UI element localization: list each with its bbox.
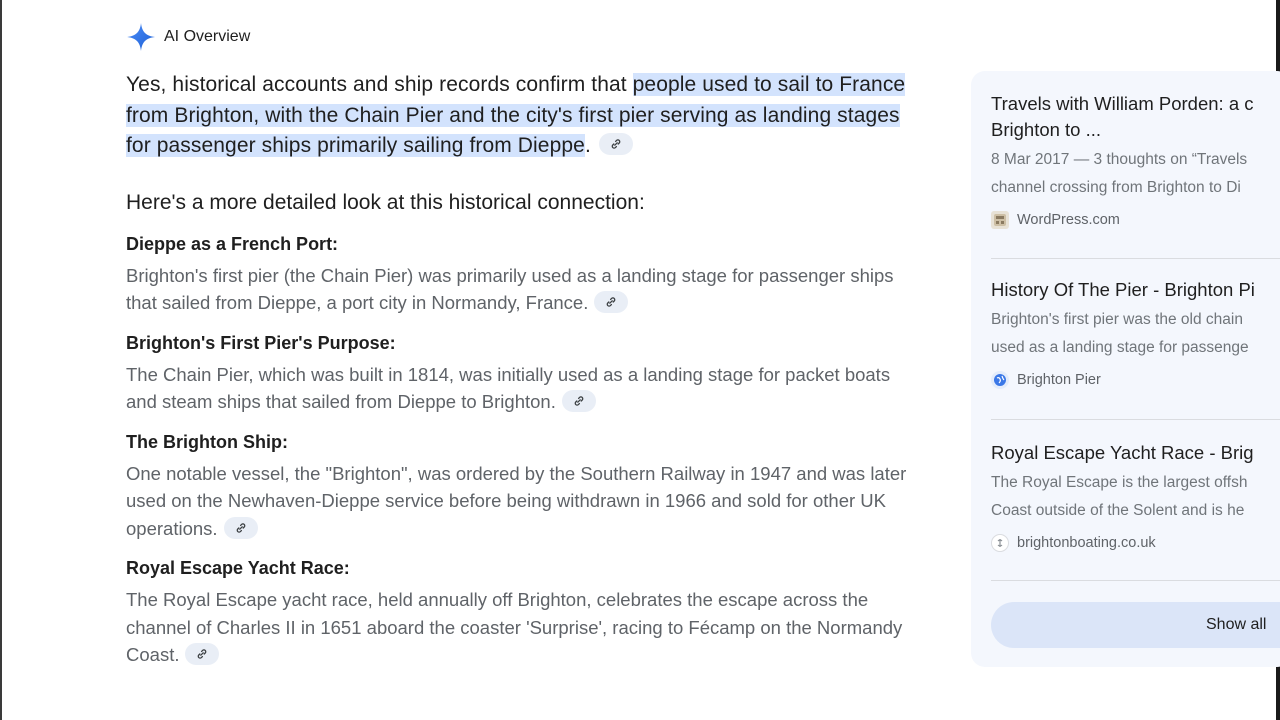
link-icon xyxy=(574,396,584,406)
section-brighton-ship: The Brighton Ship: One notable vessel, t… xyxy=(126,430,926,543)
lead-end: . xyxy=(584,134,591,157)
source-site[interactable]: brightonboating.co.uk xyxy=(991,534,1280,552)
citation-link-button[interactable] xyxy=(223,516,258,539)
source-snippet: 8 Mar 2017 — 3 thoughts on “Travels xyxy=(991,151,1248,168)
source-card[interactable]: Travels with William Porden: a c Brighto… xyxy=(991,91,1280,229)
globe-favicon-icon xyxy=(991,371,1009,389)
section-body: The Royal Escape yacht race, held annual… xyxy=(126,586,926,669)
section-first-pier: Brighton's First Pier's Purpose: The Cha… xyxy=(126,331,926,416)
source-snippet: The Royal Escape is the largest offsh xyxy=(991,474,1248,491)
section-heading: Royal Escape Yacht Race: xyxy=(126,558,350,578)
source-divider xyxy=(991,419,1280,420)
ai-overview-title: AI Overview xyxy=(164,28,251,45)
section-body: One notable vessel, the "Brighton", was … xyxy=(126,460,926,543)
source-title-cont[interactable]: Brighton to ... xyxy=(991,117,1280,143)
source-divider xyxy=(991,258,1280,259)
ai-overview-screen: AI Overview Yes, historical accounts and… xyxy=(0,0,1280,720)
section-body-text: The Royal Escape yacht race, held annual… xyxy=(126,589,903,665)
source-title[interactable]: History Of The Pier - Brighton Pi xyxy=(991,277,1280,303)
source-snippet-cont: channel crossing from Brighton to Di xyxy=(991,178,1241,196)
sparkle-icon xyxy=(126,22,156,52)
source-site[interactable]: Brighton Pier xyxy=(991,371,1280,389)
source-snippet-cont: Coast outside of the Solent and is he xyxy=(991,501,1245,519)
section-dieppe: Dieppe as a French Port: Brighton's firs… xyxy=(126,232,926,317)
link-icon xyxy=(236,522,245,533)
sources-panel: Travels with William Porden: a c Brighto… xyxy=(971,71,1280,667)
section-body: The Chain Pier, which was built in 1814,… xyxy=(126,361,926,416)
source-snippet: Brighton's first pier was the old chain xyxy=(991,311,1243,328)
citation-link-button[interactable] xyxy=(598,133,633,156)
left-edge xyxy=(0,0,2,720)
section-yacht-race: Royal Escape Yacht Race: The Royal Escap… xyxy=(126,556,926,669)
citation-link-button[interactable] xyxy=(561,390,596,413)
section-heading: The Brighton Ship: xyxy=(126,431,288,452)
source-divider xyxy=(991,580,1280,581)
lead-paragraph: Yes, historical accounts and ship record… xyxy=(126,70,926,162)
section-heading: Brighton's First Pier's Purpose: xyxy=(126,332,396,353)
source-site-name: Brighton Pier xyxy=(1017,372,1101,388)
source-card[interactable]: Royal Escape Yacht Race - Brig The Royal… xyxy=(991,440,1280,552)
section-heading: Dieppe as a French Port: xyxy=(126,233,339,254)
answer-body: Yes, historical accounts and ship record… xyxy=(126,70,926,669)
section-body-text: Brighton's first pier (the Chain Pier) w… xyxy=(126,264,894,314)
section-body: Brighton's first pier (the Chain Pier) w… xyxy=(126,262,926,317)
source-title[interactable]: Royal Escape Yacht Race - Brig xyxy=(991,440,1280,466)
source-card[interactable]: History Of The Pier - Brighton Pi Bright… xyxy=(991,277,1280,389)
lead-plain: Yes, historical accounts and ship record… xyxy=(126,73,633,96)
source-site[interactable]: WordPress.com xyxy=(991,211,1280,229)
ai-overview-header: AI Overview xyxy=(126,22,250,52)
show-all-button[interactable]: Show all xyxy=(991,602,1280,648)
brightonboating-favicon-icon xyxy=(991,534,1009,552)
section-body-text: The Chain Pier, which was built in 1814,… xyxy=(126,363,891,413)
source-site-name: brightonboating.co.uk xyxy=(1017,535,1156,551)
source-title[interactable]: Travels with William Porden: a c xyxy=(991,91,1280,117)
link-icon xyxy=(611,139,621,150)
wordpress-favicon-icon xyxy=(991,211,1009,229)
citation-link-button[interactable] xyxy=(185,643,220,666)
link-icon xyxy=(198,649,207,659)
link-icon xyxy=(607,297,616,307)
intro-text: Here's a more detailed look at this hist… xyxy=(126,190,645,214)
source-site-name: WordPress.com xyxy=(1017,212,1120,228)
source-snippet-cont: used as a landing stage for passenge xyxy=(991,338,1249,356)
citation-link-button[interactable] xyxy=(594,291,629,314)
